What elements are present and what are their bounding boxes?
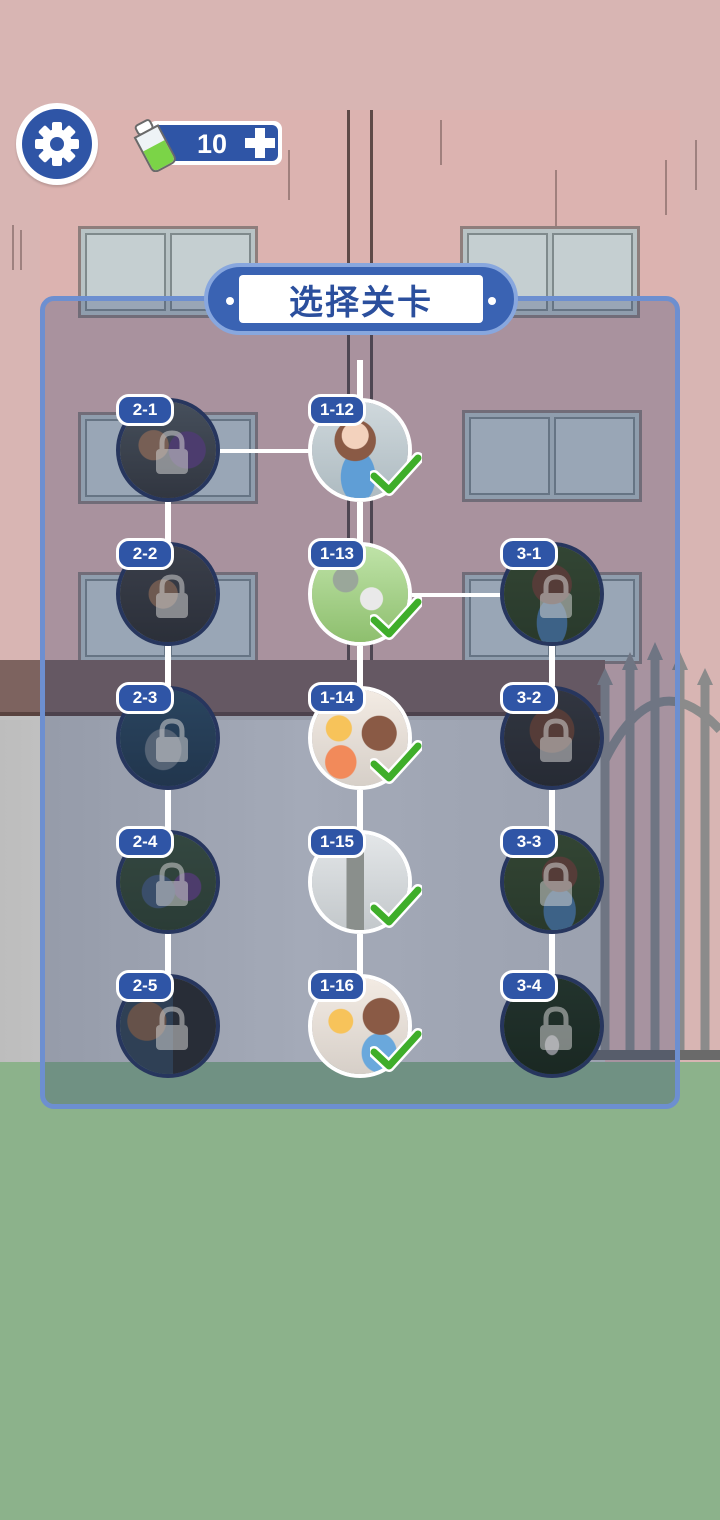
background-grass bbox=[0, 1062, 720, 1520]
lock-icon bbox=[540, 574, 572, 618]
level-badge-3-2: 3-2 bbox=[500, 682, 558, 714]
wall-scratch bbox=[20, 230, 22, 270]
wall-scratch bbox=[665, 160, 667, 215]
level-connector bbox=[165, 646, 171, 688]
wall-scratch bbox=[555, 170, 557, 230]
wall-scratch bbox=[695, 140, 697, 190]
level-connector bbox=[357, 646, 363, 688]
level-connector bbox=[357, 502, 363, 544]
green-potion-bottle-icon bbox=[133, 119, 176, 172]
wall-scratch bbox=[12, 225, 14, 270]
lock-icon bbox=[156, 430, 188, 474]
level-connector bbox=[412, 593, 504, 597]
level-badge-1-13: 1-13 bbox=[308, 538, 366, 570]
checkmark-icon bbox=[370, 740, 422, 784]
checkmark-icon bbox=[370, 884, 422, 928]
panel-title-banner: 选择关卡 bbox=[204, 263, 518, 335]
level-connector bbox=[357, 934, 363, 976]
level-connector bbox=[357, 790, 363, 832]
banner-rivet bbox=[226, 297, 234, 305]
panel-title: 选择关卡 bbox=[239, 275, 483, 323]
settings-button[interactable] bbox=[16, 103, 98, 185]
lock-icon bbox=[156, 718, 188, 762]
lock-icon bbox=[540, 718, 572, 762]
level-connector bbox=[165, 790, 171, 832]
level-connector bbox=[220, 449, 312, 453]
gear-icon bbox=[35, 122, 79, 166]
level-connector bbox=[549, 790, 555, 832]
level-connector bbox=[549, 934, 555, 976]
banner-rivet bbox=[488, 297, 496, 305]
level-badge-2-1: 2-1 bbox=[116, 394, 174, 426]
level-connector bbox=[165, 502, 171, 544]
lock-icon bbox=[156, 1006, 188, 1050]
level-badge-1-12: 1-12 bbox=[308, 394, 366, 426]
level-badge-1-16: 1-16 bbox=[308, 970, 366, 1002]
level-badge-3-3: 3-3 bbox=[500, 826, 558, 858]
level-badge-3-1: 3-1 bbox=[500, 538, 558, 570]
level-badge-1-15: 1-15 bbox=[308, 826, 366, 858]
level-badge-3-4: 3-4 bbox=[500, 970, 558, 1002]
lock-icon bbox=[540, 1006, 572, 1050]
wall-scratch bbox=[440, 120, 442, 165]
wall-scratch bbox=[288, 150, 290, 200]
lock-icon bbox=[156, 574, 188, 618]
plus-icon[interactable] bbox=[242, 124, 278, 162]
lock-icon bbox=[540, 862, 572, 906]
level-connector bbox=[165, 934, 171, 976]
lock-icon bbox=[156, 862, 188, 906]
level-badge-2-5: 2-5 bbox=[116, 970, 174, 1002]
potion-count: 10 bbox=[196, 129, 228, 159]
checkmark-icon bbox=[370, 1028, 422, 1072]
checkmark-icon bbox=[370, 596, 422, 640]
level-badge-2-4: 2-4 bbox=[116, 826, 174, 858]
checkmark-icon bbox=[370, 452, 422, 496]
level-badge-2-2: 2-2 bbox=[116, 538, 174, 570]
level-badge-2-3: 2-3 bbox=[116, 682, 174, 714]
level-badge-1-14: 1-14 bbox=[308, 682, 366, 714]
level-connector bbox=[549, 646, 555, 688]
